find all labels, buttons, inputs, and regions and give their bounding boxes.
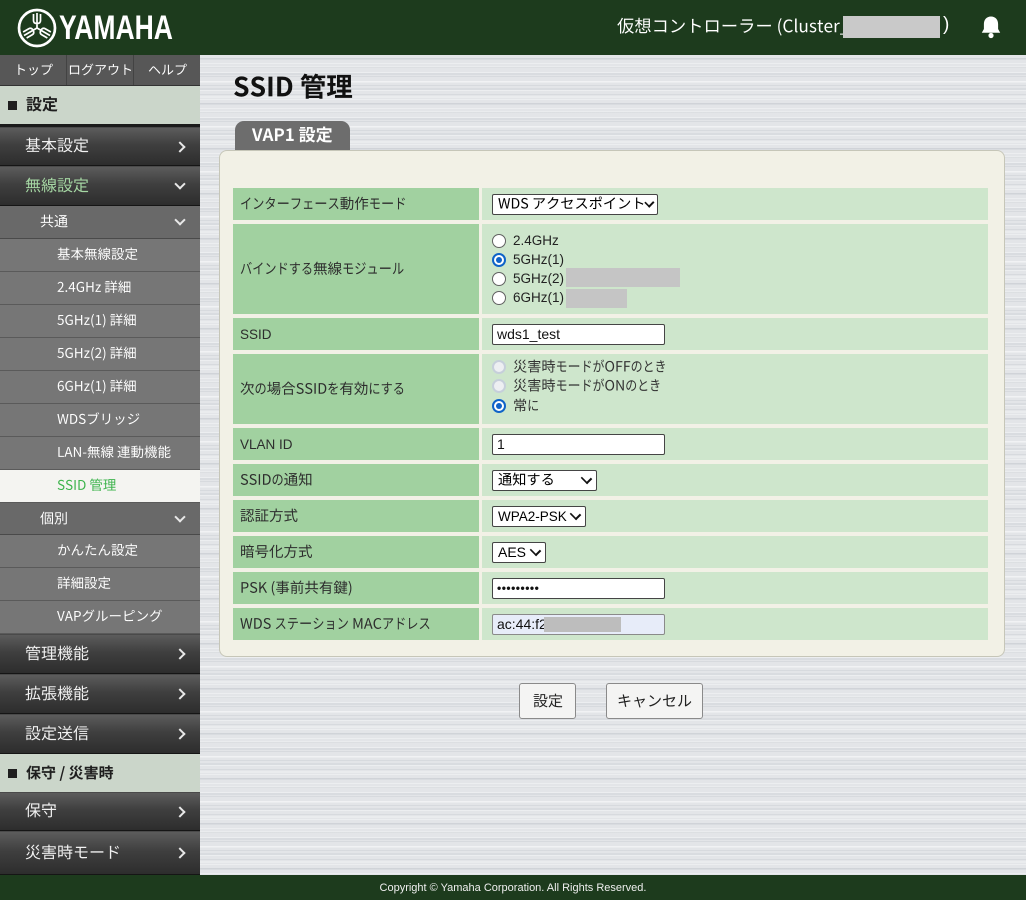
svg-text:YAMAHA: YAMAHA <box>59 9 173 47</box>
